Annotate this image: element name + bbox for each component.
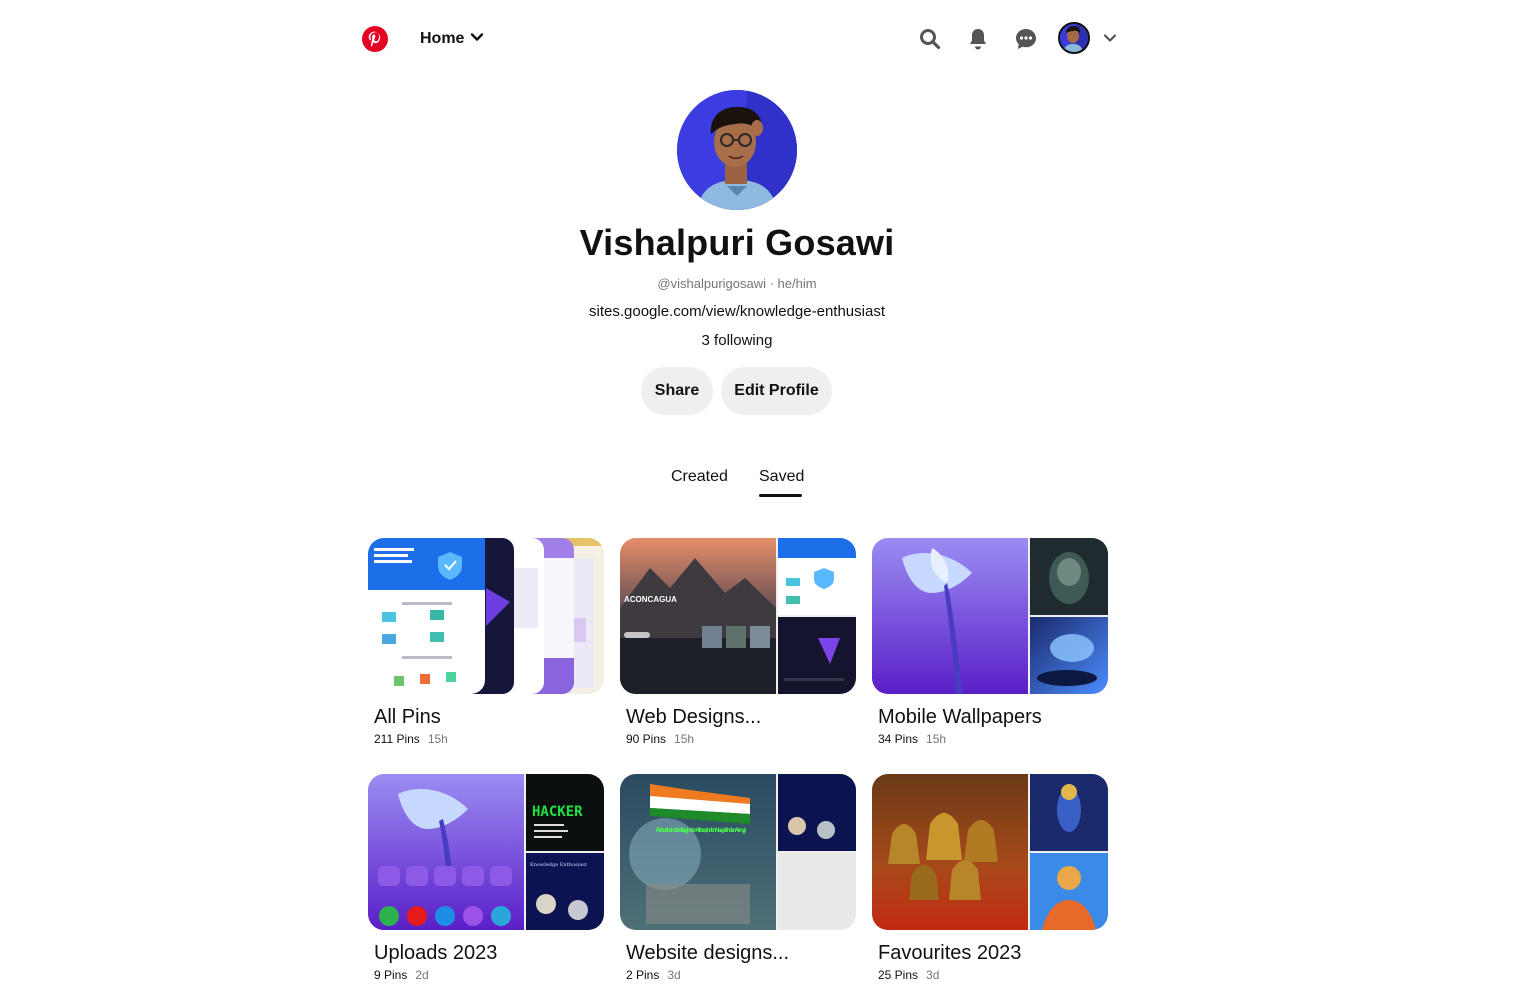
board-updated: 2d [415, 968, 429, 982]
board-updated: 15h [427, 732, 448, 746]
edit-profile-button[interactable]: Edit Profile [721, 367, 832, 415]
profile-avatar [677, 90, 797, 210]
home-label: Home [420, 30, 465, 47]
board-title: Web Designs... [626, 706, 762, 728]
profile-handle: @vishalpurigosawi · he/him [657, 276, 817, 291]
board-cover [368, 538, 604, 694]
board-title: Website designs... [626, 942, 790, 964]
bell-icon[interactable] [961, 22, 995, 56]
board-updated: 15h [926, 732, 947, 746]
board-meta: 25 Pins 3d [878, 968, 1108, 982]
board-cover: HACKER Knowledge Enthusiast [368, 774, 604, 930]
board-pin-count: 90 Pins [626, 732, 667, 746]
pinterest-logo-icon[interactable] [362, 26, 388, 52]
board-cover: ACONCAGUA [620, 538, 856, 694]
board-title: Favourites 2023 [878, 942, 1022, 964]
board-meta: 9 Pins 2d [374, 968, 604, 982]
profile-website-link[interactable]: sites.google.com/view/knowledge-enthusia… [0, 303, 1474, 320]
board-card[interactable]: ACONCAGUA Web Designs... 90 Pins 15h [620, 538, 856, 746]
active-tab-indicator [759, 494, 802, 497]
chevron-down-icon[interactable] [1097, 24, 1123, 52]
board-cover: Pride of the India Military (Indian Airf… [620, 774, 856, 930]
tab-created[interactable]: Created [671, 468, 728, 486]
board-card[interactable]: Pride of the India Military (Indian Airf… [620, 774, 856, 982]
board-updated: 3d [667, 968, 681, 982]
cover-text-hacker: HACKER [532, 804, 583, 820]
board-pin-count: 25 Pins [878, 968, 919, 982]
board-title: Uploads 2023 [374, 942, 498, 964]
board-cover [872, 774, 1108, 930]
board-meta: 90 Pins 15h [626, 732, 856, 746]
tab-saved[interactable]: Saved [759, 468, 804, 486]
board-card[interactable]: HACKER Knowledge Enthusiast Uploads 2023… [368, 774, 604, 982]
home-dropdown[interactable]: Home [410, 22, 494, 56]
avatar[interactable] [1058, 22, 1090, 54]
board-cover [872, 538, 1108, 694]
following-count[interactable]: 3 following [0, 332, 1474, 349]
board-pin-count: 2 Pins [626, 968, 660, 982]
board-card[interactable]: Mobile Wallpapers 34 Pins 15h [872, 538, 1108, 746]
board-meta: 34 Pins 15h [878, 732, 1108, 746]
board-updated: 15h [674, 732, 695, 746]
board-meta: 211 Pins 15h [374, 732, 604, 746]
board-title: All Pins [374, 706, 441, 728]
board-card[interactable]: All Pins 211 Pins 15h [368, 538, 604, 746]
profile-name: Vishalpuri Gosawi [579, 222, 895, 263]
board-title: Mobile Wallpapers [878, 706, 1042, 728]
board-card[interactable]: Favourites 2023 25 Pins 3d [872, 774, 1108, 982]
cover-text-aconcagua: ACONCAGUA [624, 595, 677, 604]
board-meta: 2 Pins 3d [626, 968, 856, 982]
chat-icon[interactable] [1009, 22, 1043, 56]
top-nav: Home [0, 0, 1528, 80]
cover-text-military: Pride of the India Military (Indian Airf… [656, 828, 746, 834]
board-pin-count: 211 Pins [374, 732, 420, 746]
chevron-down-icon [470, 30, 484, 49]
share-button[interactable]: Share [641, 367, 713, 415]
board-pin-count: 34 Pins [878, 732, 919, 746]
search-icon[interactable] [913, 22, 947, 56]
board-pin-count: 9 Pins [374, 968, 408, 982]
board-updated: 3d [926, 968, 940, 982]
cover-text-knowledge: Knowledge Enthusiast [530, 862, 587, 868]
